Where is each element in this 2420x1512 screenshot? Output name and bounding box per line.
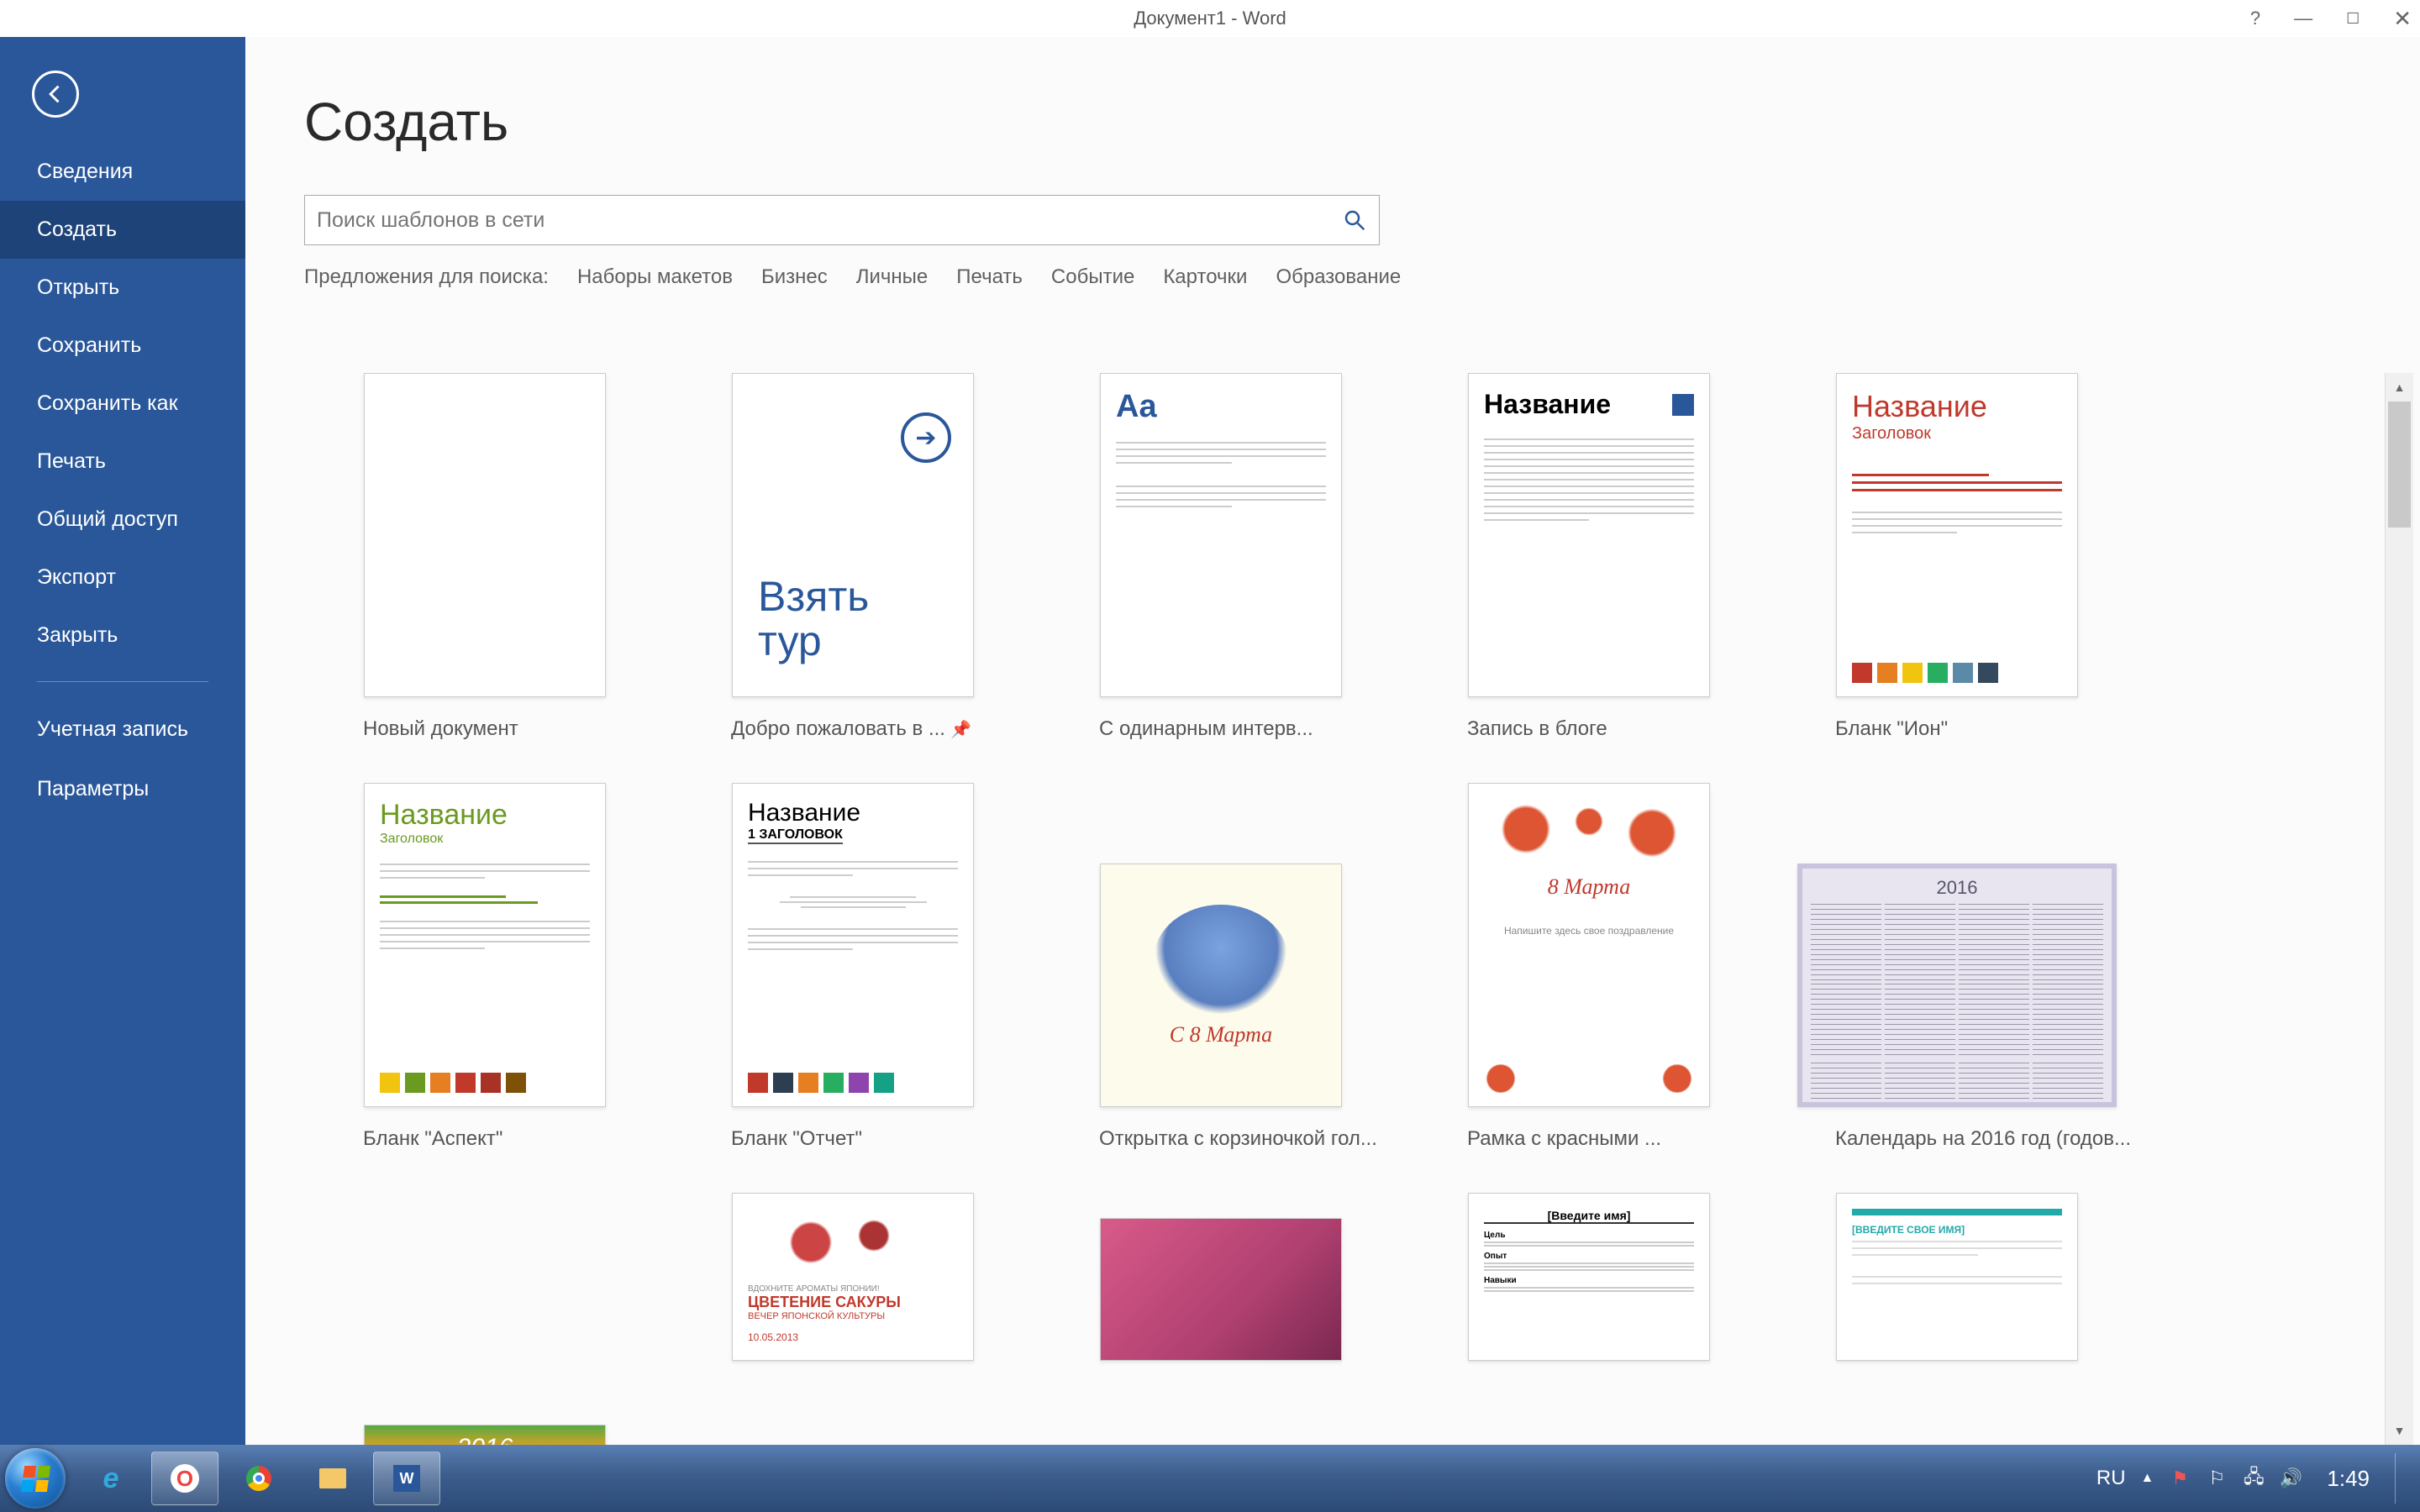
pin-icon[interactable]: 📌 (950, 719, 971, 740)
suggest-cat[interactable]: Печать (956, 265, 1023, 289)
template-tour[interactable]: ➔ Взятьтур Добро пожаловать в ...📌 (672, 373, 1034, 741)
maximize-button[interactable]: ☐ (2346, 10, 2360, 28)
minimize-button[interactable]: — (2294, 8, 2312, 29)
backstage-main: Создать Предложения для поиска: Наборы м… (245, 37, 2420, 1445)
suggest-cat[interactable]: Событие (1051, 265, 1134, 289)
sidebar-item-print[interactable]: Печать (0, 433, 245, 491)
sidebar-item-info[interactable]: Сведения (0, 143, 245, 201)
sidebar-item-options[interactable]: Параметры (0, 760, 245, 818)
template-pink-flowers[interactable] (1040, 1193, 1402, 1445)
taskbar-clock[interactable]: 1:49 (2317, 1466, 2380, 1492)
suggest-label: Предложения для поиска: (304, 265, 549, 289)
suggest-cat[interactable]: Наборы макетов (577, 265, 733, 289)
help-button[interactable]: ? (2250, 8, 2260, 29)
template-label: Добро пожаловать в ... (731, 717, 945, 740)
template-aspect[interactable]: Название Заголовок (304, 783, 666, 1151)
taskbar-word[interactable]: W (373, 1452, 440, 1505)
sidebar-item-new[interactable]: Создать (0, 201, 245, 259)
tray-action-center-icon[interactable]: ⚐ (2206, 1467, 2228, 1489)
template-label: Рамка с красными ... (1408, 1127, 1770, 1151)
scroll-thumb[interactable] (2388, 402, 2411, 528)
template-label: С одинарным интерв... (1040, 717, 1402, 741)
template-label: Новый документ (304, 717, 666, 741)
template-label: Бланк "Ион" (1776, 717, 2138, 741)
template-label: Запись в блоге (1408, 717, 1770, 741)
template-label: Календарь на 2016 год (годов... (1776, 1127, 2138, 1151)
taskbar-ie[interactable]: e (77, 1452, 145, 1505)
search-suggestions: Предложения для поиска: Наборы макетов Б… (304, 265, 2361, 289)
sidebar-item-close[interactable]: Закрыть (0, 606, 245, 664)
backstage-sidebar: Сведения Создать Открыть Сохранить Сохра… (0, 37, 245, 1445)
template-resume-2[interactable]: [ВВЕДИТЕ СВОЕ ИМЯ] (1776, 1193, 2138, 1445)
template-report[interactable]: Название 1 ЗАГОЛОВОК (672, 783, 1034, 1151)
sidebar-item-export[interactable]: Экспорт (0, 549, 245, 606)
template-roses-frame[interactable]: 8 Марта Напишите здесь свое поздравление… (1408, 783, 1770, 1151)
taskbar-explorer[interactable] (299, 1452, 366, 1505)
template-calendar-2016[interactable]: 2016 Календарь на 2016 год (годов... (1776, 783, 2138, 1151)
suggest-cat[interactable]: Личные (856, 265, 929, 289)
page-title: Создать (304, 91, 2361, 153)
suggest-cat[interactable]: Карточки (1163, 265, 1247, 289)
template-ion[interactable]: Название Заголовок Бланк "Ион" (1776, 373, 2138, 741)
template-postcard-basket[interactable]: С 8 Марта Открытка с корзиночкой гол... (1040, 783, 1402, 1151)
template-resume-1[interactable]: [Введите имя] Цель Опыт Навыки (1408, 1193, 1770, 1445)
back-button[interactable] (32, 71, 79, 118)
word-icon: W (393, 1465, 420, 1492)
folder-icon (319, 1468, 346, 1488)
template-blank[interactable]: Новый документ (304, 373, 666, 741)
start-button[interactable] (5, 1448, 66, 1509)
template-search-box[interactable] (304, 195, 1380, 245)
scroll-up-button[interactable]: ▲ (2386, 373, 2413, 402)
taskbar-chrome[interactable] (225, 1452, 292, 1505)
sidebar-item-share[interactable]: Общий доступ (0, 491, 245, 549)
windows-taskbar: e O W RU ▲ ⚑ ⚐ 🖧 🔊 1:49 (0, 1445, 2420, 1512)
sidebar-divider (37, 681, 208, 682)
template-blog-post[interactable]: Название Запись в блоге (1408, 373, 1770, 741)
tray-network-icon[interactable]: 🖧 (2243, 1467, 2265, 1489)
sidebar-item-open[interactable]: Открыть (0, 259, 245, 317)
show-desktop-button[interactable] (2395, 1453, 2407, 1504)
gallery-scrollbar[interactable]: ▲ ▼ (2385, 373, 2413, 1445)
template-label: Бланк "Отчет" (672, 1127, 1034, 1151)
tray-chevron-icon[interactable]: ▲ (2141, 1471, 2154, 1486)
taskbar-opera[interactable]: O (151, 1452, 218, 1505)
ie-icon: e (103, 1462, 119, 1495)
tray-volume-icon[interactable]: 🔊 (2280, 1467, 2302, 1489)
template-partial[interactable]: 2016 (304, 1193, 666, 1445)
scroll-down-button[interactable]: ▼ (2386, 1416, 2413, 1445)
language-indicator[interactable]: RU (2096, 1467, 2126, 1490)
window-title: Документ1 - Word (1134, 8, 1286, 29)
sidebar-item-saveas[interactable]: Сохранить как (0, 375, 245, 433)
template-label: Открытка с корзиночкой гол... (1040, 1127, 1402, 1151)
suggest-cat[interactable]: Бизнес (761, 265, 828, 289)
template-sakura[interactable]: ВДОХНИТЕ АРОМАТЫ ЯПОНИИ! ЦВЕТЕНИЕ САКУРЫ… (672, 1193, 1034, 1445)
sidebar-item-save[interactable]: Сохранить (0, 317, 245, 375)
template-single-spaced[interactable]: Aa С одинарным интерв... (1040, 373, 1402, 741)
close-button[interactable]: ✕ (2393, 6, 2412, 32)
tray-security-icon[interactable]: ⚑ (2169, 1467, 2191, 1489)
template-gallery: Новый документ ➔ Взятьтур Добро пожалова… (304, 373, 2395, 1445)
search-input[interactable] (317, 208, 1342, 233)
suggest-cat[interactable]: Образование (1276, 265, 1401, 289)
chrome-icon (246, 1466, 271, 1491)
opera-icon: O (171, 1464, 199, 1493)
search-icon[interactable] (1342, 207, 1367, 233)
system-tray: RU ▲ ⚑ ⚐ 🖧 🔊 1:49 (2096, 1453, 2415, 1504)
sidebar-item-account[interactable]: Учетная запись (0, 699, 245, 760)
window-titlebar: Документ1 - Word ? — ☐ ✕ (0, 0, 2420, 37)
template-label: Бланк "Аспект" (304, 1127, 666, 1151)
